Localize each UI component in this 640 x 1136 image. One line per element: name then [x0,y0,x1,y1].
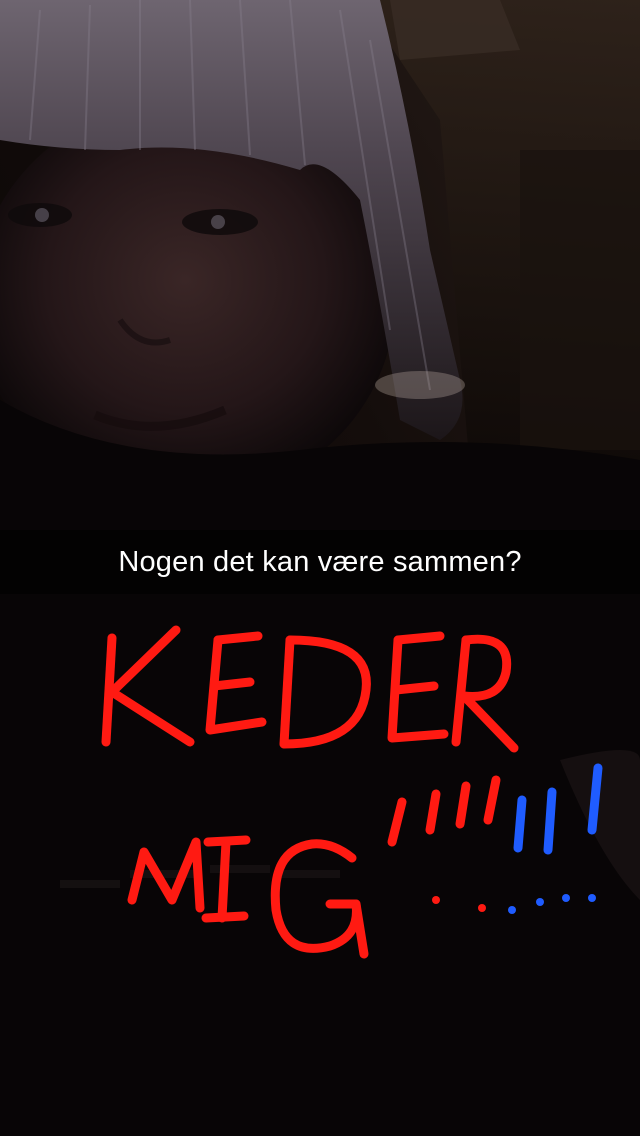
snap-view[interactable]: Nogen det kan være sammen? [0,0,640,1136]
doodle-blue [513,763,603,855]
doodle-drawing [101,625,603,959]
doodle-red [101,625,519,959]
